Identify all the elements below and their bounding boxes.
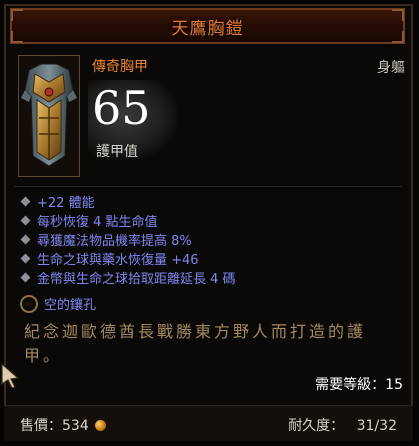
item-slot: 身軀 — [377, 60, 405, 76]
affix-text: +22 體能 — [37, 196, 95, 211]
affix-row: 金幣與生命之球拾取距離延長 4 碼 — [20, 268, 400, 287]
durability: 耐久度： 31/32 — [288, 415, 397, 435]
tooltip-footer: 售價：534 耐久度： 31/32 — [4, 405, 413, 441]
socket-icon — [20, 294, 38, 313]
bullet-icon — [20, 215, 31, 226]
socket-label: 空的鑲孔 — [44, 298, 97, 313]
affix-text: 每秒恢復 4 點生命值 — [37, 215, 158, 230]
affix-row: 生命之球與藥水恢復量 +46 — [20, 249, 400, 268]
item-type: 傳奇胸甲 — [92, 59, 148, 75]
banner-corner — [392, 31, 404, 43]
durability-label: 耐久度： — [288, 418, 345, 434]
banner-corner — [11, 31, 23, 43]
banner-corner — [392, 9, 404, 21]
item-name-banner: 天鷹胸鎧 — [10, 8, 405, 44]
affix-row: 尋獲魔法物品機率提高 8% — [20, 230, 400, 249]
bullet-icon — [20, 196, 31, 207]
mouse-cursor-icon — [1, 362, 20, 389]
gold-coin-icon — [94, 419, 106, 431]
divider — [14, 186, 402, 187]
affix-text: 生命之球與藥水恢復量 +46 — [37, 253, 199, 268]
affix-row: +22 體能 — [20, 192, 400, 211]
armor-label: 護甲值 — [96, 144, 138, 160]
flavor-text: 紀念迦歐德酋長戰勝東方野人而打造的護甲。 — [24, 322, 367, 365]
affix-list: +22 體能 每秒恢復 4 點生命值 尋獲魔法物品機率提高 8% 生命之球與藥水… — [20, 192, 400, 287]
chest-armor-icon — [21, 63, 77, 167]
item-name: 天鷹胸鎧 — [171, 18, 244, 39]
affix-text: 金幣與生命之球拾取距離延長 4 碼 — [37, 272, 236, 287]
bullet-icon — [20, 234, 31, 245]
item-icon-frame — [18, 55, 80, 177]
sell-price: 售價：534 — [20, 415, 106, 435]
socket-row: 空的鑲孔 — [20, 294, 96, 313]
bullet-icon — [20, 253, 31, 264]
affix-text: 尋獲魔法物品機率提高 8% — [37, 234, 192, 249]
armor-value: 65 — [92, 81, 151, 135]
bullet-icon — [20, 272, 31, 283]
banner-corner — [11, 9, 23, 21]
affix-row: 每秒恢復 4 點生命值 — [20, 211, 400, 230]
required-level: 需要等級：15 — [315, 377, 403, 393]
durability-value: 31/32 — [356, 418, 397, 434]
sell-price-label: 售價：534 — [20, 418, 89, 434]
